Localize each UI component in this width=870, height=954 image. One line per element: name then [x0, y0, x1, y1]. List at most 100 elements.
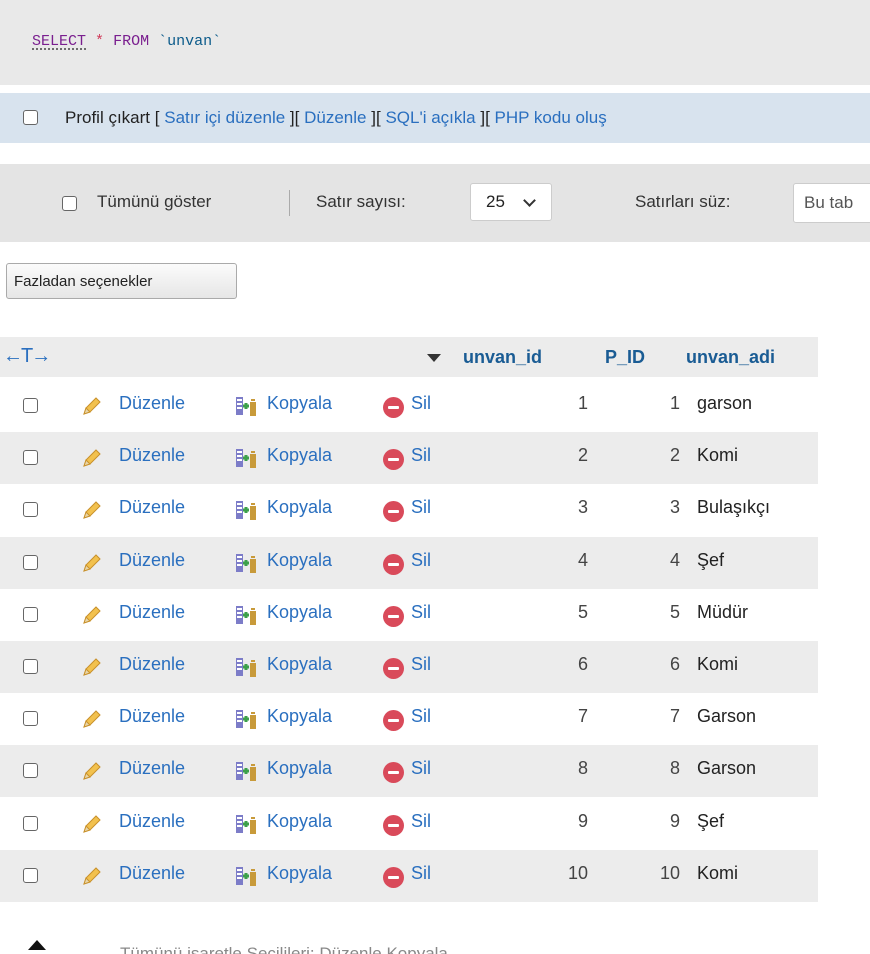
sql-select-keyword[interactable]: SELECT	[32, 33, 86, 50]
edit-row-link[interactable]: Düzenle	[119, 811, 185, 832]
show-all-label[interactable]: Tümünü göster	[97, 192, 211, 212]
cell-unvan-id[interactable]: 4	[520, 550, 588, 571]
delete-row-link[interactable]: Sil	[411, 393, 431, 414]
delete-row-link[interactable]: Sil	[411, 811, 431, 832]
copy-icon[interactable]	[234, 394, 258, 418]
cell-unvan-adi[interactable]: Komi	[697, 445, 738, 466]
copy-row-link[interactable]: Kopyala	[267, 497, 332, 518]
cell-p-id[interactable]: 7	[600, 706, 680, 727]
row-checkbox[interactable]	[23, 398, 38, 413]
cell-p-id[interactable]: 3	[600, 497, 680, 518]
delete-row-link[interactable]: Sil	[411, 602, 431, 623]
cell-unvan-id[interactable]: 7	[520, 706, 588, 727]
edit-row-link[interactable]: Düzenle	[119, 497, 185, 518]
delete-row-link[interactable]: Sil	[411, 654, 431, 675]
column-header-unvan-adi[interactable]: unvan_adi	[686, 347, 775, 368]
row-checkbox[interactable]	[23, 554, 38, 570]
delete-icon[interactable]	[383, 449, 404, 471]
profiling-checkbox[interactable]	[23, 110, 38, 125]
cell-unvan-adi[interactable]: Bulaşıkçı	[697, 497, 770, 518]
delete-icon[interactable]	[383, 605, 404, 627]
cell-p-id[interactable]: 1	[600, 393, 680, 414]
delete-icon[interactable]	[383, 814, 404, 836]
edit-row-link[interactable]: Düzenle	[119, 550, 185, 571]
cell-unvan-id[interactable]: 9	[520, 811, 588, 832]
row-checkbox[interactable]	[23, 659, 38, 674]
cell-unvan-adi[interactable]: Garson	[697, 758, 756, 779]
copy-icon[interactable]	[234, 655, 258, 679]
cell-p-id[interactable]: 4	[600, 550, 680, 571]
delete-row-link[interactable]: Sil	[411, 863, 431, 884]
pencil-icon[interactable]	[80, 603, 104, 627]
cell-unvan-adi[interactable]: Şef	[697, 811, 724, 832]
edit-row-link[interactable]: Düzenle	[119, 706, 185, 727]
row-checkbox[interactable]	[23, 711, 38, 727]
delete-icon[interactable]	[383, 866, 404, 888]
pencil-icon[interactable]	[80, 864, 104, 888]
delete-icon[interactable]	[383, 501, 404, 523]
copy-row-link[interactable]: Kopyala	[267, 758, 332, 779]
cell-p-id[interactable]: 10	[600, 863, 680, 884]
cell-unvan-adi[interactable]: Komi	[697, 654, 738, 675]
edit-row-link[interactable]: Düzenle	[119, 758, 185, 779]
delete-icon[interactable]	[383, 658, 404, 679]
pencil-icon[interactable]	[80, 551, 104, 575]
create-php-code-link[interactable]: PHP kodu oluş	[495, 108, 607, 127]
delete-row-link[interactable]: Sil	[411, 758, 431, 779]
copy-icon[interactable]	[234, 446, 258, 470]
column-toggle-arrows-icon[interactable]: ←T→	[3, 345, 51, 368]
copy-icon[interactable]	[234, 759, 258, 783]
cell-unvan-adi[interactable]: Komi	[697, 863, 738, 884]
cell-unvan-id[interactable]: 8	[520, 758, 588, 779]
edit-row-link[interactable]: Düzenle	[119, 393, 185, 414]
row-checkbox[interactable]	[23, 815, 38, 831]
copy-row-link[interactable]: Kopyala	[267, 550, 332, 571]
cell-unvan-id[interactable]: 1	[520, 393, 588, 414]
cell-unvan-adi[interactable]: Müdür	[697, 602, 748, 623]
copy-row-link[interactable]: Kopyala	[267, 393, 332, 414]
delete-row-link[interactable]: Sil	[411, 706, 431, 727]
row-checkbox[interactable]	[23, 867, 38, 883]
copy-row-link[interactable]: Kopyala	[267, 811, 332, 832]
filter-rows-input[interactable]: Bu tab	[793, 183, 870, 223]
edit-row-link[interactable]: Düzenle	[119, 602, 185, 623]
delete-row-link[interactable]: Sil	[411, 497, 431, 518]
edit-row-link[interactable]: Düzenle	[119, 445, 185, 466]
cell-unvan-id[interactable]: 2	[520, 445, 588, 466]
pencil-icon[interactable]	[80, 446, 104, 470]
cell-p-id[interactable]: 2	[600, 445, 680, 466]
row-checkbox[interactable]	[23, 763, 38, 779]
cell-unvan-id[interactable]: 10	[520, 863, 588, 884]
delete-icon[interactable]	[383, 762, 404, 784]
copy-row-link[interactable]: Kopyala	[267, 863, 332, 884]
delete-row-link[interactable]: Sil	[411, 445, 431, 466]
edit-query-link[interactable]: Düzenle	[304, 108, 366, 127]
row-checkbox[interactable]	[23, 606, 38, 622]
pencil-icon[interactable]	[80, 759, 104, 783]
column-header-p-id[interactable]: P_ID	[605, 347, 645, 368]
cell-unvan-id[interactable]: 5	[520, 602, 588, 623]
row-checkbox[interactable]	[23, 450, 38, 466]
copy-row-link[interactable]: Kopyala	[267, 654, 332, 675]
pencil-icon[interactable]	[80, 707, 104, 731]
pencil-icon[interactable]	[80, 498, 104, 522]
edit-row-link[interactable]: Düzenle	[119, 863, 185, 884]
row-checkbox[interactable]	[23, 502, 38, 518]
inline-edit-link[interactable]: Satır içi düzenle	[164, 108, 285, 127]
more-options-button[interactable]: Fazladan seçenekler	[6, 263, 237, 299]
copy-icon[interactable]	[234, 498, 258, 522]
copy-icon[interactable]	[234, 812, 258, 836]
cell-unvan-id[interactable]: 6	[520, 654, 588, 675]
cell-unvan-adi[interactable]: Garson	[697, 706, 756, 727]
copy-icon[interactable]	[234, 864, 258, 888]
sort-triangle-icon[interactable]	[427, 354, 441, 362]
copy-row-link[interactable]: Kopyala	[267, 445, 332, 466]
delete-row-link[interactable]: Sil	[411, 550, 431, 571]
copy-icon[interactable]	[234, 551, 258, 575]
show-all-checkbox[interactable]	[62, 196, 77, 211]
copy-row-link[interactable]: Kopyala	[267, 706, 332, 727]
cell-p-id[interactable]: 5	[600, 602, 680, 623]
explain-sql-link[interactable]: SQL'i açıkla	[385, 108, 475, 127]
pencil-icon[interactable]	[80, 394, 104, 418]
delete-icon[interactable]	[383, 710, 404, 732]
